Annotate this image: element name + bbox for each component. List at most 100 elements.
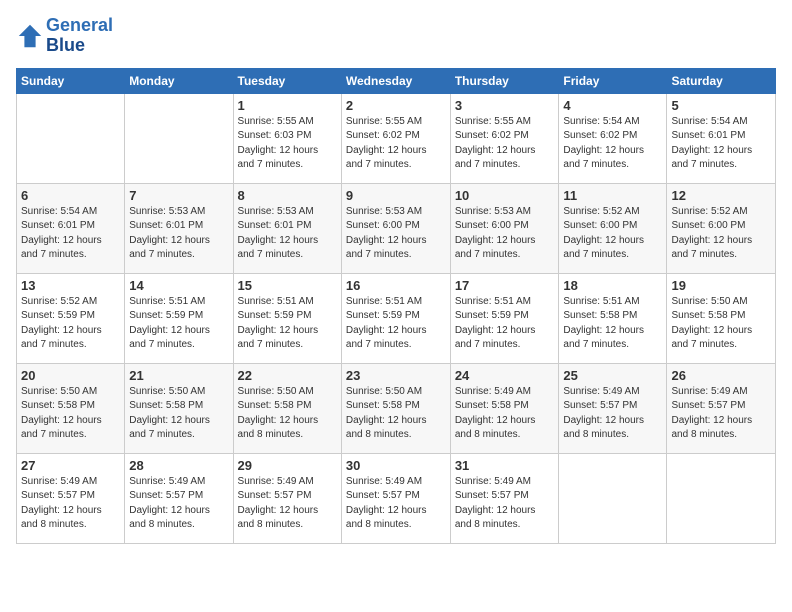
day-info: Sunrise: 5:50 AM Sunset: 5:58 PM Dayligh…	[129, 385, 228, 443]
calendar-cell: 25 Sunrise: 5:49 AM Sunset: 5:57 PM Dayli…	[559, 363, 667, 453]
calendar-cell: 1 Sunrise: 5:55 AM Sunset: 6:03 PM Daylig…	[233, 93, 341, 183]
day-number: 20	[21, 368, 120, 383]
day-header-tuesday: Tuesday	[233, 68, 341, 93]
calendar-cell: 11 Sunrise: 5:52 AM Sunset: 6:00 PM Dayli…	[559, 183, 667, 273]
day-info: Sunrise: 5:49 AM Sunset: 5:57 PM Dayligh…	[455, 475, 555, 533]
calendar-cell: 26 Sunrise: 5:49 AM Sunset: 5:57 PM Dayli…	[667, 363, 776, 453]
calendar-cell: 6Sunrise: 5:54 AM Sunset: 6:01 PM Daylig…	[17, 183, 125, 273]
day-info: Sunrise: 5:51 AM Sunset: 5:58 PM Dayligh…	[563, 295, 662, 353]
calendar-cell: 16 Sunrise: 5:51 AM Sunset: 5:59 PM Dayli…	[341, 273, 450, 363]
page-header: GeneralBlue	[16, 16, 776, 56]
calendar-cell	[559, 453, 667, 543]
day-info: Sunrise: 5:53 AM Sunset: 6:00 PM Dayligh…	[346, 205, 446, 263]
day-number: 23	[346, 368, 446, 383]
calendar-week-0: 1 Sunrise: 5:55 AM Sunset: 6:03 PM Daylig…	[17, 93, 776, 183]
calendar-week-4: 27 Sunrise: 5:49 AM Sunset: 5:57 PM Dayli…	[17, 453, 776, 543]
day-info: Sunrise: 5:53 AM Sunset: 6:01 PM Dayligh…	[238, 205, 337, 263]
day-number: 11	[563, 188, 662, 203]
calendar-cell: 2Sunrise: 5:55 AM Sunset: 6:02 PM Daylig…	[341, 93, 450, 183]
calendar-cell: 9Sunrise: 5:53 AM Sunset: 6:00 PM Daylig…	[341, 183, 450, 273]
day-info: Sunrise: 5:51 AM Sunset: 5:59 PM Dayligh…	[455, 295, 555, 353]
day-number: 13	[21, 278, 120, 293]
day-info: Sunrise: 5:49 AM Sunset: 5:57 PM Dayligh…	[563, 385, 662, 443]
calendar-cell: 19 Sunrise: 5:50 AM Sunset: 5:58 PM Dayli…	[667, 273, 776, 363]
calendar-cell: 3 Sunrise: 5:55 AM Sunset: 6:02 PM Daylig…	[450, 93, 559, 183]
calendar-week-3: 20 Sunrise: 5:50 AM Sunset: 5:58 PM Dayli…	[17, 363, 776, 453]
calendar-cell: 29 Sunrise: 5:49 AM Sunset: 5:57 PM Dayli…	[233, 453, 341, 543]
day-number: 6	[21, 188, 120, 203]
calendar-cell: 22 Sunrise: 5:50 AM Sunset: 5:58 PM Dayli…	[233, 363, 341, 453]
day-info: Sunrise: 5:51 AM Sunset: 5:59 PM Dayligh…	[346, 295, 446, 353]
day-info: Sunrise: 5:51 AM Sunset: 5:59 PM Dayligh…	[238, 295, 337, 353]
day-number: 4	[563, 98, 662, 113]
calendar-cell: 17 Sunrise: 5:51 AM Sunset: 5:59 PM Dayli…	[450, 273, 559, 363]
calendar-table: SundayMondayTuesdayWednesdayThursdayFrid…	[16, 68, 776, 544]
day-info: Sunrise: 5:54 AM Sunset: 6:01 PM Dayligh…	[671, 115, 771, 173]
day-header-saturday: Saturday	[667, 68, 776, 93]
calendar-cell: 4Sunrise: 5:54 AM Sunset: 6:02 PM Daylig…	[559, 93, 667, 183]
calendar-cell: 30Sunrise: 5:49 AM Sunset: 5:57 PM Dayli…	[341, 453, 450, 543]
day-number: 1	[238, 98, 337, 113]
day-info: Sunrise: 5:52 AM Sunset: 6:00 PM Dayligh…	[671, 205, 771, 263]
day-number: 29	[238, 458, 337, 473]
day-info: Sunrise: 5:52 AM Sunset: 5:59 PM Dayligh…	[21, 295, 120, 353]
day-number: 14	[129, 278, 228, 293]
day-info: Sunrise: 5:51 AM Sunset: 5:59 PM Dayligh…	[129, 295, 228, 353]
logo-text: GeneralBlue	[46, 16, 113, 56]
day-number: 27	[21, 458, 120, 473]
day-number: 16	[346, 278, 446, 293]
day-info: Sunrise: 5:50 AM Sunset: 5:58 PM Dayligh…	[346, 385, 446, 443]
day-header-monday: Monday	[125, 68, 233, 93]
day-info: Sunrise: 5:50 AM Sunset: 5:58 PM Dayligh…	[238, 385, 337, 443]
calendar-cell: 13 Sunrise: 5:52 AM Sunset: 5:59 PM Dayli…	[17, 273, 125, 363]
calendar-cell: 15 Sunrise: 5:51 AM Sunset: 5:59 PM Dayli…	[233, 273, 341, 363]
day-number: 18	[563, 278, 662, 293]
calendar-cell: 12 Sunrise: 5:52 AM Sunset: 6:00 PM Dayli…	[667, 183, 776, 273]
day-number: 24	[455, 368, 555, 383]
day-number: 21	[129, 368, 228, 383]
day-header-friday: Friday	[559, 68, 667, 93]
day-info: Sunrise: 5:49 AM Sunset: 5:57 PM Dayligh…	[238, 475, 337, 533]
header-row: SundayMondayTuesdayWednesdayThursdayFrid…	[17, 68, 776, 93]
calendar-cell: 20Sunrise: 5:50 AM Sunset: 5:58 PM Dayli…	[17, 363, 125, 453]
day-number: 15	[238, 278, 337, 293]
day-header-thursday: Thursday	[450, 68, 559, 93]
day-info: Sunrise: 5:49 AM Sunset: 5:57 PM Dayligh…	[671, 385, 771, 443]
day-number: 28	[129, 458, 228, 473]
calendar-cell: 27 Sunrise: 5:49 AM Sunset: 5:57 PM Dayli…	[17, 453, 125, 543]
calendar-cell: 8Sunrise: 5:53 AM Sunset: 6:01 PM Daylig…	[233, 183, 341, 273]
calendar-cell: 7 Sunrise: 5:53 AM Sunset: 6:01 PM Daylig…	[125, 183, 233, 273]
day-number: 17	[455, 278, 555, 293]
day-info: Sunrise: 5:53 AM Sunset: 6:00 PM Dayligh…	[455, 205, 555, 263]
calendar-cell: 18 Sunrise: 5:51 AM Sunset: 5:58 PM Dayli…	[559, 273, 667, 363]
logo: GeneralBlue	[16, 16, 113, 56]
day-number: 30	[346, 458, 446, 473]
day-number: 5	[671, 98, 771, 113]
day-info: Sunrise: 5:50 AM Sunset: 5:58 PM Dayligh…	[671, 295, 771, 353]
day-info: Sunrise: 5:52 AM Sunset: 6:00 PM Dayligh…	[563, 205, 662, 263]
calendar-cell: 24 Sunrise: 5:49 AM Sunset: 5:58 PM Dayli…	[450, 363, 559, 453]
calendar-cell	[125, 93, 233, 183]
calendar-cell	[17, 93, 125, 183]
day-info: Sunrise: 5:55 AM Sunset: 6:03 PM Dayligh…	[238, 115, 337, 173]
day-number: 7	[129, 188, 228, 203]
day-number: 12	[671, 188, 771, 203]
day-number: 3	[455, 98, 555, 113]
day-number: 22	[238, 368, 337, 383]
day-number: 19	[671, 278, 771, 293]
calendar-cell: 14 Sunrise: 5:51 AM Sunset: 5:59 PM Dayli…	[125, 273, 233, 363]
calendar-cell: 5 Sunrise: 5:54 AM Sunset: 6:01 PM Daylig…	[667, 93, 776, 183]
day-info: Sunrise: 5:53 AM Sunset: 6:01 PM Dayligh…	[129, 205, 228, 263]
day-number: 25	[563, 368, 662, 383]
day-info: Sunrise: 5:49 AM Sunset: 5:58 PM Dayligh…	[455, 385, 555, 443]
day-info: Sunrise: 5:55 AM Sunset: 6:02 PM Dayligh…	[455, 115, 555, 173]
day-info: Sunrise: 5:49 AM Sunset: 5:57 PM Dayligh…	[129, 475, 228, 533]
calendar-cell: 31Sunrise: 5:49 AM Sunset: 5:57 PM Dayli…	[450, 453, 559, 543]
day-number: 26	[671, 368, 771, 383]
day-info: Sunrise: 5:49 AM Sunset: 5:57 PM Dayligh…	[21, 475, 120, 533]
day-header-wednesday: Wednesday	[341, 68, 450, 93]
calendar-cell	[667, 453, 776, 543]
day-header-sunday: Sunday	[17, 68, 125, 93]
day-number: 10	[455, 188, 555, 203]
calendar-week-2: 13 Sunrise: 5:52 AM Sunset: 5:59 PM Dayli…	[17, 273, 776, 363]
